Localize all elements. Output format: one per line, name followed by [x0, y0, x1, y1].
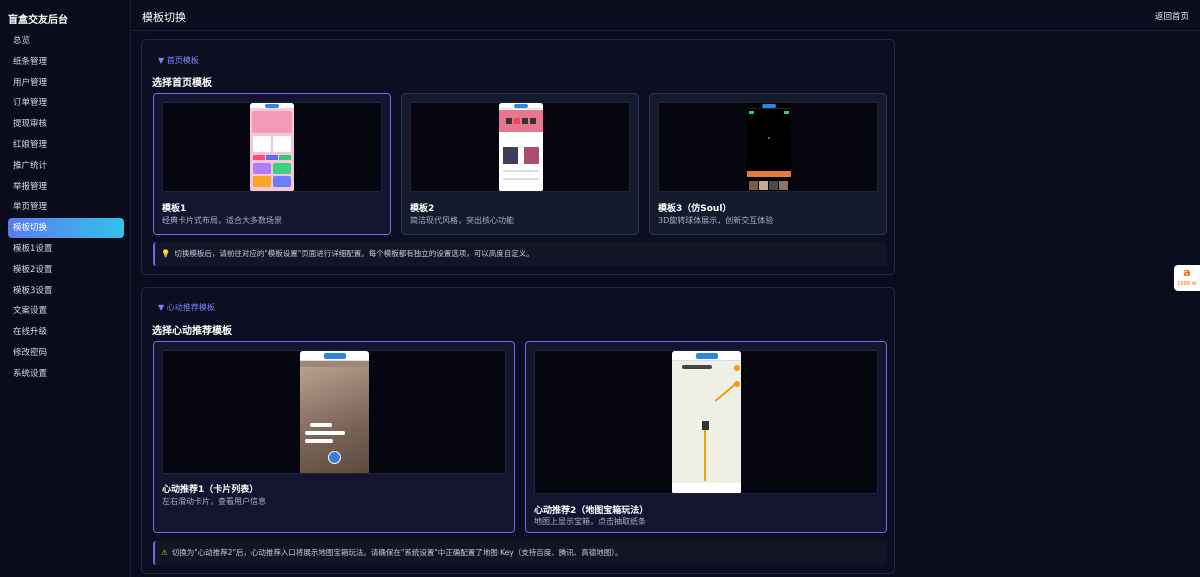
- ai-assistant-widget[interactable]: a 1688 AI: [1174, 265, 1200, 291]
- template1-desc: 经典卡片式布局，适合大多数场景: [162, 216, 282, 225]
- sidebar-item-orders[interactable]: 订单管理: [8, 93, 124, 113]
- home-template-panel: ▼ 首页模板 选择首页模板 模板1 经典卡片式布局，适合大多数场景 模板2 简洁…: [141, 39, 895, 275]
- home-template-tip: 💡 切换模板后，请前往对应的"模板设置"页面进行详细配置。每个模板都有独立的设置选…: [153, 242, 887, 266]
- sidebar-item-notes[interactable]: 纸条管理: [8, 52, 124, 72]
- heart-template-card-1[interactable]: 心动推荐1（卡片列表） 左右滑动卡片，查看用户信息: [153, 341, 515, 533]
- sidebar-item-template3[interactable]: 模板3设置: [8, 281, 124, 301]
- top-header: 模板切换 返回首页: [131, 0, 1200, 31]
- main-content: ▼ 首页模板 选择首页模板 模板1 经典卡片式布局，适合大多数场景 模板2 简洁…: [131, 31, 1200, 577]
- sidebar-nav: 总览 纸条管理 用户管理 订单管理 提现审核 红娘管理 推广统计 举报管理 单页…: [8, 31, 124, 385]
- template1-preview: [162, 102, 382, 192]
- heart-template-toggle[interactable]: ▼ 心动推荐模板: [158, 302, 215, 313]
- template2-preview: [410, 102, 630, 192]
- sidebar-item-promotion[interactable]: 推广统计: [8, 156, 124, 176]
- heart1-preview: [162, 350, 506, 474]
- sidebar-item-reports[interactable]: 举报管理: [8, 177, 124, 197]
- sidebar-item-password[interactable]: 修改密码: [8, 343, 124, 363]
- back-home-link[interactable]: 返回首页: [1155, 10, 1189, 22]
- page-title: 模板切换: [142, 11, 186, 24]
- template2-desc: 简洁现代风格，突出核心功能: [410, 216, 514, 225]
- sidebar-item-copy[interactable]: 文案设置: [8, 301, 124, 321]
- heart2-desc: 地图上显示宝箱，点击抽取纸条: [534, 517, 646, 526]
- template-card-3[interactable]: 模板3（仿Soul） 3D旋转球体展示，创新交互体验: [649, 93, 887, 235]
- lightbulb-icon: 💡: [161, 249, 171, 258]
- sidebar-item-settings[interactable]: 系统设置: [8, 364, 124, 384]
- brand-title: 盲盒交友后台: [8, 15, 68, 26]
- ai-assistant-caption: 1688 AI: [1177, 281, 1197, 287]
- template2-phone-image: [499, 103, 543, 191]
- heart1-desc: 左右滑动卡片，查看用户信息: [162, 497, 266, 506]
- sidebar-item-users[interactable]: 用户管理: [8, 73, 124, 93]
- template1-name: 模板1: [162, 204, 187, 214]
- sidebar-item-overview[interactable]: 总览: [8, 31, 124, 51]
- template1-phone-image: [250, 103, 294, 191]
- heart-template-title: 选择心动推荐模板: [152, 326, 232, 337]
- template-card-1[interactable]: 模板1 经典卡片式布局，适合大多数场景: [153, 93, 391, 235]
- template-card-2[interactable]: 模板2 简洁现代风格，突出核心功能: [401, 93, 639, 235]
- warning-icon: ⚠: [161, 548, 168, 557]
- sidebar-item-template1[interactable]: 模板1设置: [8, 239, 124, 259]
- sidebar: 盲盒交友后台 总览 纸条管理 用户管理 订单管理 提现审核 红娘管理 推广统计 …: [0, 0, 131, 577]
- template3-preview: [658, 102, 878, 192]
- heart2-name: 心动推荐2（地图宝箱玩法）: [534, 506, 649, 516]
- heart1-phone-image: [300, 351, 369, 473]
- home-template-title: 选择首页模板: [152, 78, 212, 89]
- template3-desc: 3D旋转球体展示，创新交互体验: [658, 216, 774, 225]
- template3-name: 模板3（仿Soul）: [658, 204, 732, 214]
- template3-phone-image: [747, 103, 791, 191]
- sidebar-item-withdraw[interactable]: 提现审核: [8, 114, 124, 134]
- heart-template-card-2[interactable]: 心动推荐2（地图宝箱玩法） 地图上显示宝箱，点击抽取纸条: [525, 341, 887, 533]
- heart-template-tip: ⚠ 切换为"心动推荐2"后，心动推荐入口将展示地图宝箱玩法。请确保在"系统设置"中…: [153, 541, 887, 565]
- heart1-name: 心动推荐1（卡片列表）: [162, 485, 259, 495]
- home-template-tip-text: 切换模板后，请前往对应的"模板设置"页面进行详细配置。每个模板都有独立的设置选项…: [174, 249, 534, 258]
- heart2-phone-image: [672, 351, 741, 493]
- template2-name: 模板2: [410, 204, 435, 214]
- heart2-preview: [534, 350, 878, 494]
- sidebar-item-matchmaker[interactable]: 红娘管理: [8, 135, 124, 155]
- heart-template-panel: ▼ 心动推荐模板 选择心动推荐模板 心动推荐1（卡片列表） 左右滑动卡片，查看用…: [141, 287, 895, 574]
- sidebar-item-upgrade[interactable]: 在线升级: [8, 322, 124, 342]
- heart-template-tip-text: 切换为"心动推荐2"后，心动推荐入口将展示地图宝箱玩法。请确保在"系统设置"中正…: [171, 548, 623, 557]
- sidebar-item-template-switch[interactable]: 模板切换: [8, 218, 124, 239]
- home-template-toggle[interactable]: ▼ 首页模板: [158, 55, 199, 66]
- sidebar-item-pages[interactable]: 单页管理: [8, 197, 124, 217]
- sidebar-item-template2[interactable]: 模板2设置: [8, 260, 124, 280]
- ai-assistant-logo-icon: a: [1183, 266, 1191, 279]
